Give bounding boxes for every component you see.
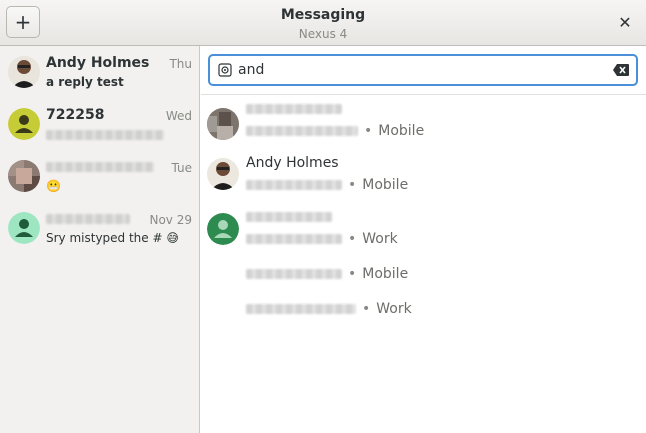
window-subtitle: Nexus 4 — [298, 27, 348, 41]
contact-name[interactable]: Andy Holmes — [246, 155, 339, 171]
conversation-time: Nov 29 — [149, 213, 192, 227]
redacted-text — [246, 212, 332, 222]
conversation-name-redacted — [46, 159, 154, 175]
contact-avatar — [207, 108, 239, 140]
redacted-text — [46, 214, 130, 224]
number-type: Work — [376, 301, 412, 317]
contact-number-row[interactable]: • Mobile — [246, 266, 408, 282]
number-type: Mobile — [378, 123, 425, 139]
redacted-number — [246, 180, 342, 190]
conversation-name-redacted — [46, 211, 130, 227]
contact-name-redacted[interactable] — [246, 209, 332, 225]
close-button[interactable]: ✕ — [614, 11, 636, 33]
redacted-text — [246, 104, 342, 114]
avatar — [8, 160, 40, 192]
conversation-item[interactable]: 722258 Wed — [0, 98, 200, 150]
conversation-time: Thu — [169, 57, 192, 71]
conversation-snippet: a reply test — [46, 75, 124, 89]
redacted-text — [46, 162, 154, 172]
conversation-name: 722258 — [46, 107, 105, 123]
contact-number-row[interactable]: • Mobile — [246, 123, 424, 139]
close-icon: ✕ — [618, 12, 632, 32]
contact-number-row[interactable]: • Work — [246, 301, 412, 317]
conversation-snippet: 😬 — [46, 179, 61, 193]
avatar — [8, 212, 40, 244]
number-type: Work — [362, 231, 398, 247]
avatar — [8, 108, 40, 140]
contact-avatar — [207, 213, 239, 245]
conversation-item[interactable]: Nov 29 Sry mistyped the # 😅 — [0, 202, 200, 254]
contact-avatar — [207, 158, 239, 190]
conversation-name: Andy Holmes — [46, 55, 150, 71]
window-title: Messaging — [280, 7, 366, 23]
avatar — [8, 56, 40, 88]
conversation-time: Tue — [171, 161, 193, 175]
redacted-number — [246, 126, 358, 136]
conversation-snippet: Sry mistyped the # 😅 — [46, 231, 179, 245]
number-type: Mobile — [362, 266, 409, 282]
redacted-number — [246, 304, 356, 314]
search-input[interactable] — [238, 60, 608, 80]
redacted-number — [246, 234, 342, 244]
conversation-time: Wed — [165, 109, 192, 123]
divider — [201, 94, 646, 95]
conversation-list: Andy Holmes Thu a reply test 722258 Wed — [0, 46, 200, 433]
contact-number-row[interactable]: • Mobile — [246, 177, 408, 193]
number-type: Mobile — [362, 177, 409, 193]
conversation-item[interactable]: Tue 😬 — [0, 150, 200, 202]
contact-number-row[interactable]: • Work — [246, 231, 398, 247]
conversation-snippet-redacted — [46, 127, 164, 141]
window-titles: Messaging Nexus 4 — [0, 6, 646, 42]
contact-search-entry[interactable] — [208, 54, 638, 86]
message-search-icon — [218, 63, 232, 77]
conversation-item[interactable]: Andy Holmes Thu a reply test — [0, 46, 200, 98]
redacted-number — [246, 269, 342, 279]
clear-text-icon[interactable] — [612, 63, 630, 77]
contact-name-redacted[interactable] — [246, 101, 342, 117]
header-bar: + Messaging Nexus 4 ✕ — [0, 0, 646, 46]
redacted-text — [46, 129, 164, 140]
